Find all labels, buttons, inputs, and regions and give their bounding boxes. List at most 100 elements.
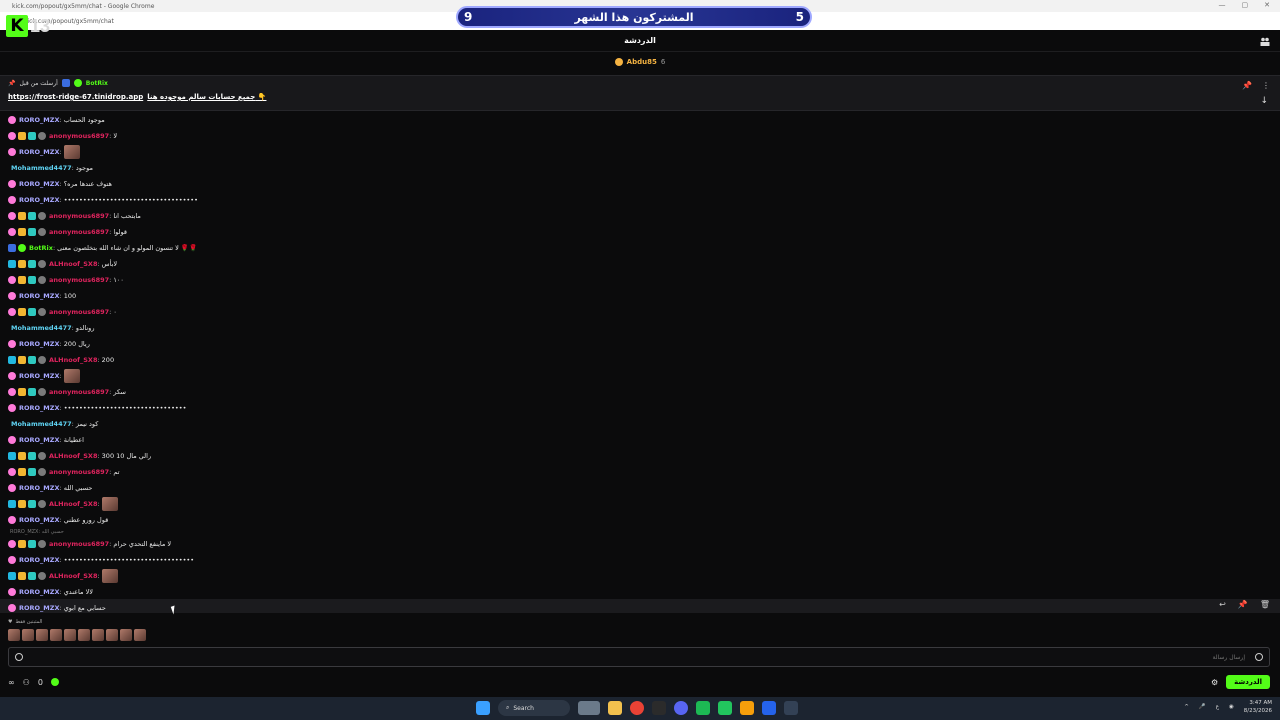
- chat-message[interactable]: ALHnoof_SX8:300 10 رالي مال: [8, 448, 1268, 464]
- emote[interactable]: [64, 629, 76, 641]
- chat-message[interactable]: RORO_MZX:: [8, 368, 1268, 384]
- chat-message[interactable]: RORO_MZX: حسبي الله: [8, 480, 1268, 496]
- chat-message[interactable]: RORO_MZX:: [8, 144, 1268, 160]
- username[interactable]: Mohammed4477: [11, 164, 72, 172]
- chat-message[interactable]: ALHnoof_SX8: لابأس: [8, 256, 1268, 272]
- username[interactable]: RORO_MZX: [19, 484, 60, 492]
- steam-icon[interactable]: [784, 701, 798, 715]
- chat-message[interactable]: anonymous6897: لا: [8, 128, 1268, 144]
- username[interactable]: anonymous6897: [49, 276, 109, 284]
- emote[interactable]: [8, 629, 20, 641]
- close-icon[interactable]: ✕: [1264, 1, 1270, 9]
- username[interactable]: anonymous6897: [49, 388, 109, 396]
- chat-message[interactable]: RORO_MZX: موجود الحساب: [8, 112, 1268, 128]
- chevron-up-icon[interactable]: ^: [1184, 704, 1189, 710]
- username[interactable]: RORO_MZX: [19, 516, 60, 524]
- chat-message[interactable]: ALHnoof_SX8:200: [8, 352, 1268, 368]
- username[interactable]: Mohammed4477: [11, 324, 72, 332]
- username[interactable]: anonymous6897: [49, 468, 109, 476]
- chat-message[interactable]: RORO_MZX: •••••••••••••••••••••••••••••••…: [8, 400, 1268, 416]
- gallery-icon[interactable]: [762, 701, 776, 715]
- app-green-icon[interactable]: [718, 701, 732, 715]
- smile-icon[interactable]: [1255, 653, 1263, 661]
- chat-message[interactable]: anonymous6897: سكر: [8, 384, 1268, 400]
- windows-icon[interactable]: [476, 701, 490, 715]
- chat-message[interactable]: Mohammed4477: موجود: [8, 160, 1268, 176]
- wifi-icon[interactable]: ◉: [1229, 704, 1234, 710]
- chat-message[interactable]: BotRix: لا تنسون المولو و ان شاء الله بتخ…: [8, 240, 1268, 256]
- username[interactable]: RORO_MZX: [19, 404, 60, 412]
- username[interactable]: RORO_MZX: [19, 180, 60, 188]
- more-icon[interactable]: ⋮: [1262, 81, 1270, 90]
- clock[interactable]: 3:47 AM 8/23/2026: [1244, 699, 1272, 715]
- chat-message[interactable]: RORO_MZX: •••••••••••••••••••••••••••••••…: [8, 192, 1268, 208]
- emote[interactable]: [134, 629, 146, 641]
- emote[interactable]: [106, 629, 118, 641]
- username[interactable]: RORO_MZX: [19, 148, 60, 156]
- username[interactable]: BotRix: [29, 244, 53, 252]
- chat-message[interactable]: RORO_MZX: اعطيانة: [8, 432, 1268, 448]
- arrow-down-icon[interactable]: ↓: [1260, 96, 1268, 106]
- username[interactable]: RORO_MZX: [19, 116, 60, 124]
- emote[interactable]: [120, 629, 132, 641]
- username[interactable]: Mohammed4477: [11, 420, 72, 428]
- reply-reference[interactable]: RORO_MZX: حسبي الله: [8, 528, 1268, 536]
- chat-message[interactable]: RORO_MZX: هتوف عندها مره؟: [8, 176, 1268, 192]
- share-icon[interactable]: ⚇: [23, 678, 30, 687]
- taskbar-search[interactable]: ⌕ Search: [498, 700, 570, 716]
- username[interactable]: RORO_MZX: [19, 292, 60, 300]
- username[interactable]: RORO_MZX: [19, 604, 60, 612]
- username[interactable]: RORO_MZX: [19, 588, 60, 596]
- chat-send-button[interactable]: الدردشة: [1226, 675, 1270, 689]
- chat-message[interactable]: RORO_MZX: حسابي مع ابوي: [8, 600, 1268, 616]
- chat-message[interactable]: RORO_MZX:100: [8, 288, 1268, 304]
- chrome-icon[interactable]: [630, 701, 644, 715]
- play-icon[interactable]: [696, 701, 710, 715]
- chat-message[interactable]: anonymous6897: تم: [8, 464, 1268, 480]
- username[interactable]: RORO_MZX: [19, 196, 60, 204]
- pin-icon[interactable]: 📌: [1242, 81, 1252, 90]
- folder-icon[interactable]: [608, 701, 622, 715]
- discord-icon[interactable]: [674, 701, 688, 715]
- maximize-icon[interactable]: ▢: [1242, 1, 1249, 9]
- emote[interactable]: [36, 629, 48, 641]
- chat-message[interactable]: anonymous6897:٠: [8, 304, 1268, 320]
- username[interactable]: anonymous6897: [49, 540, 109, 548]
- chat-message[interactable]: RORO_MZX:200 ريال: [8, 336, 1268, 352]
- news-icon[interactable]: [578, 701, 600, 715]
- command-icon[interactable]: [15, 653, 23, 661]
- chat-message[interactable]: anonymous6897:١٠٠: [8, 272, 1268, 288]
- username[interactable]: anonymous6897: [49, 308, 109, 316]
- username[interactable]: RORO_MZX: [19, 340, 60, 348]
- top-gifter[interactable]: Abdu85 6: [0, 53, 1280, 70]
- chat-message[interactable]: Mohammed4477: رونالدو: [8, 320, 1268, 336]
- pinned-by-user[interactable]: BotRix: [86, 80, 108, 87]
- minimize-icon[interactable]: —: [1219, 1, 1226, 9]
- people-icon[interactable]: [1260, 37, 1270, 46]
- username[interactable]: RORO_MZX: [19, 556, 60, 564]
- username[interactable]: anonymous6897: [49, 132, 109, 140]
- chat-message[interactable]: RORO_MZX: لالا ماعندي: [8, 584, 1268, 600]
- username[interactable]: ALHnoof_SX8: [49, 572, 97, 580]
- chat-message[interactable]: RORO_MZX: قول رورو عطني: [8, 512, 1268, 528]
- keyboard-lang-icon[interactable]: ع: [1216, 704, 1219, 710]
- username[interactable]: RORO_MZX: [19, 436, 60, 444]
- username[interactable]: RORO_MZX: [19, 372, 60, 380]
- chat-message[interactable]: anonymous6897: مابتحب انا: [8, 208, 1268, 224]
- username[interactable]: ALHnoof_SX8: [49, 260, 97, 268]
- username[interactable]: ALHnoof_SX8: [49, 356, 97, 364]
- username[interactable]: anonymous6897: [49, 228, 109, 236]
- username[interactable]: ALHnoof_SX8: [49, 452, 97, 460]
- chat-message[interactable]: anonymous6897: قولوا: [8, 224, 1268, 240]
- chat-message[interactable]: anonymous6897: لا ماينفع التحدي حرام: [8, 536, 1268, 552]
- chat-message[interactable]: ALHnoof_SX8:: [8, 568, 1268, 584]
- chat-message[interactable]: Mohammed4477: كود نيمز: [8, 416, 1268, 432]
- pen-icon[interactable]: [740, 701, 754, 715]
- pinned-link[interactable]: https://frost-ridge-67.tinidrop.app: [8, 93, 143, 101]
- emote[interactable]: [22, 629, 34, 641]
- emote[interactable]: [92, 629, 104, 641]
- chat-message[interactable]: ALHnoof_SX8:: [8, 496, 1268, 512]
- infinity-icon[interactable]: ∞: [8, 678, 15, 687]
- chat-input[interactable]: [23, 653, 1245, 661]
- text-app-icon[interactable]: [652, 701, 666, 715]
